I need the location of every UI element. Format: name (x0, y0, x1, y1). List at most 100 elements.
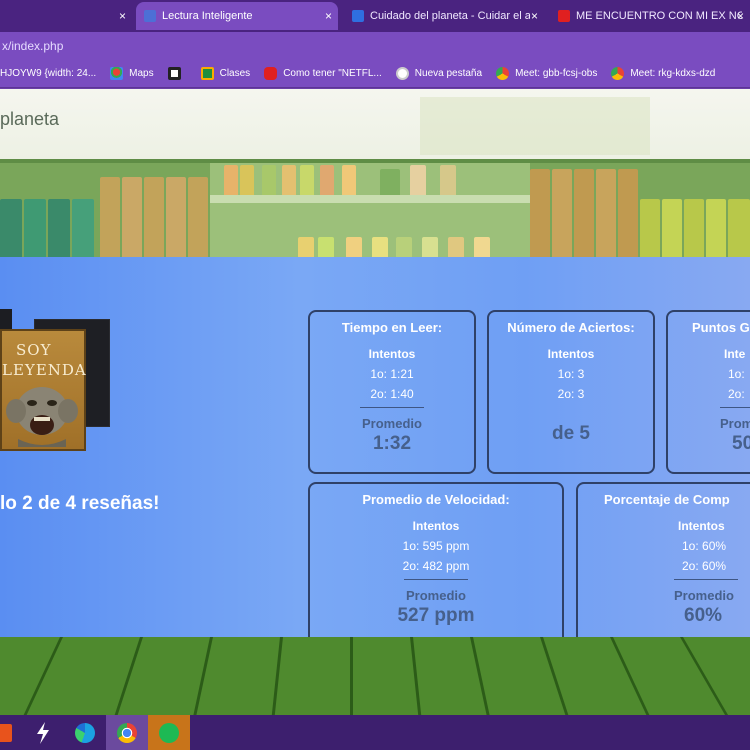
sites-favicon-icon (352, 10, 364, 22)
card-subtitle: Intentos (368, 347, 416, 361)
reviews-progress-text: lo 2 de 4 reseñas! (0, 493, 160, 514)
tab-youtube[interactable]: ME ENCUENTRO CON MI EX NO × (550, 2, 750, 30)
book-spine (596, 169, 616, 257)
book-spine (224, 165, 238, 195)
results-section: SOY LEYENDA lo 2 de 4 reseñas! Tiempo en… (0, 257, 750, 652)
book-spine (48, 199, 70, 257)
edge-icon (75, 722, 95, 743)
book-spine (320, 165, 334, 195)
card-title: Tiempo en Leer: (341, 320, 443, 335)
monster-face-icon (6, 387, 78, 447)
average-label: Promedio (674, 588, 734, 603)
floor-line (680, 637, 729, 715)
book-spine (262, 165, 276, 195)
book-spine (144, 177, 164, 257)
bookmarks-bar: HJOYW9 {width: 24... Maps Clases Como te… (0, 60, 750, 88)
book-spine (530, 169, 550, 257)
attempt-2: 2o: 3 (557, 387, 585, 401)
book-spine (300, 165, 314, 195)
card-numero-aciertos: Número de Aciertos: Intentos 1o: 3 2o: 3… (487, 310, 655, 474)
card-subtitle: Inte (724, 347, 746, 361)
tab-0[interactable]: × (0, 2, 132, 30)
average-label: Promedio (406, 588, 466, 603)
book-cover-title: LEYENDA (2, 361, 87, 379)
card-tiempo-leer: Tiempo en Leer: Intentos 1o: 1:21 2o: 1:… (308, 310, 476, 474)
taskbar-spotify[interactable] (148, 715, 190, 750)
bookmark-netflix[interactable]: Como tener "NETFL... (264, 67, 382, 80)
book-spine (448, 237, 464, 257)
tab-lectura-inteligente[interactable]: Lectura Inteligente × (136, 2, 338, 30)
bookmark-panda[interactable] (167, 67, 187, 80)
os-taskbar (0, 715, 750, 750)
floor-line (410, 637, 422, 715)
divider (360, 407, 424, 408)
close-tab-icon[interactable]: × (119, 9, 126, 23)
attempt-2: 2o: (728, 387, 745, 401)
book-spine (552, 169, 572, 257)
site-header: planeta (0, 89, 750, 159)
taskbar-winamp[interactable] (22, 715, 64, 750)
bookshelf-banner (0, 159, 750, 257)
tab-cuidado-planeta[interactable]: Cuidado del planeta - Cuidar el a × (344, 2, 544, 30)
site-title[interactable]: planeta (0, 109, 59, 130)
floor-line (114, 637, 143, 715)
book-spine (298, 237, 314, 257)
bookmark-label: Clases (219, 68, 251, 79)
floor-line (350, 637, 353, 715)
bookmark-nueva-pestana[interactable]: Nueva pestaña (395, 67, 483, 80)
bookmark-label: Nueva pestaña (414, 68, 483, 79)
book-spine (372, 237, 388, 257)
book-spine (422, 237, 438, 257)
book-cover[interactable]: SOY LEYENDA (0, 329, 86, 451)
card-title: Promedio de Velocidad: (362, 492, 510, 507)
taskbar-chrome[interactable] (106, 715, 148, 750)
bookmark-meet-1[interactable]: Meet: gbb-fcsj-obs (496, 67, 597, 80)
card-puntos: Puntos G Inte 1o: 2o: Prom 50 (666, 310, 750, 474)
book-spine (166, 177, 186, 257)
taskbar-office[interactable] (0, 715, 22, 750)
card-title: Porcentaje de Comp (604, 492, 730, 507)
floor-line (610, 637, 650, 715)
book-spine (282, 165, 296, 195)
book-spine (662, 199, 682, 257)
youtube-icon (264, 67, 278, 80)
close-tab-icon[interactable]: × (531, 9, 538, 23)
attempt-2: 2o: 482 ppm (402, 559, 470, 573)
close-tab-icon[interactable]: × (325, 9, 332, 23)
floor-line (23, 637, 63, 715)
bookmark-clases[interactable]: Clases (200, 67, 251, 80)
divider (674, 579, 738, 580)
book-spine (122, 177, 142, 257)
bookmark-label: Maps (129, 68, 154, 79)
card-promedio-velocidad: Promedio de Velocidad: Intentos 1o: 595 … (308, 482, 564, 652)
book-spine (100, 177, 120, 257)
taskbar-edge[interactable] (64, 715, 106, 750)
card-subtitle: Intentos (547, 347, 595, 361)
floor-line (271, 637, 283, 715)
address-bar[interactable]: x/index.php (0, 32, 750, 60)
divider (404, 579, 468, 580)
card-subtitle: Intentos (678, 519, 725, 533)
total-value: de 5 (551, 423, 591, 444)
book-spine (574, 169, 594, 257)
average-value: 50 (732, 433, 750, 454)
bookmark-hjoyw9[interactable]: HJOYW9 {width: 24... (0, 68, 96, 79)
book-spine (684, 199, 704, 257)
close-tab-icon[interactable]: × (737, 9, 744, 23)
chrome-icon (496, 67, 510, 80)
bookmark-label: HJOYW9 {width: 24... (0, 68, 97, 79)
book-spine (396, 237, 412, 257)
book-spine (0, 199, 22, 257)
url-text[interactable]: x/index.php (0, 39, 63, 53)
book-spine (410, 165, 426, 195)
divider (720, 407, 750, 408)
book-spine (640, 199, 660, 257)
book-spine (380, 169, 400, 195)
winamp-icon (37, 721, 49, 744)
bookmark-meet-2[interactable]: Meet: rkg-kdxs-dzd (611, 67, 715, 80)
bookmark-maps[interactable]: Maps (110, 67, 154, 80)
browser-tab-bar: × Lectura Inteligente × Cuidado del plan… (0, 0, 750, 32)
attempt-1: 1o: 3 (557, 367, 585, 381)
lectura-favicon-icon (144, 10, 156, 22)
book-spine (342, 165, 356, 195)
